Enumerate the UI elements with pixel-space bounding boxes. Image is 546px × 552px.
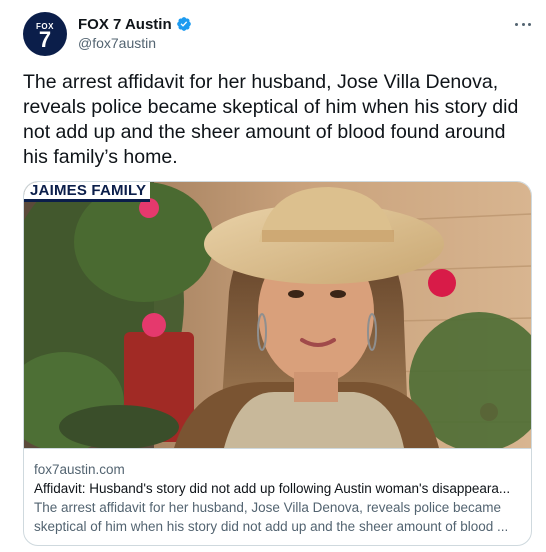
author-display-name[interactable]: FOX 7 Austin — [78, 16, 172, 33]
author-handle[interactable]: @fox7austin — [78, 35, 156, 51]
tweet-text: The arrest affidavit for her husband, Jo… — [23, 71, 519, 168]
link-preview-card[interactable]: JAIMES FAMILY fox7austin.com Affidavit: … — [23, 181, 532, 546]
more-dot — [528, 22, 531, 26]
image-banner: JAIMES FAMILY — [24, 182, 151, 202]
verified-badge-icon — [176, 17, 191, 31]
card-title[interactable]: Affidavit: Husband's story did not add u… — [34, 479, 524, 498]
author-name-row[interactable]: FOX 7 Austin — [78, 14, 192, 34]
card-description: The arrest affidavit for her husband, Jo… — [34, 500, 509, 534]
more-dot — [521, 22, 525, 26]
more-options-icon[interactable] — [512, 16, 534, 32]
card-image[interactable]: JAIMES FAMILY — [24, 182, 531, 448]
avatar-logo-number: 7 — [38, 27, 52, 52]
tweet[interactable]: FOX 7 FOX 7 Austin @fox7austin The arres… — [0, 0, 546, 552]
card-photo — [24, 182, 531, 448]
card-meta[interactable]: fox7austin.com Affidavit: Husband's stor… — [24, 448, 531, 545]
card-domain: fox7austin.com — [34, 462, 125, 477]
avatar[interactable]: FOX 7 — [23, 12, 67, 56]
more-dot — [515, 22, 518, 26]
